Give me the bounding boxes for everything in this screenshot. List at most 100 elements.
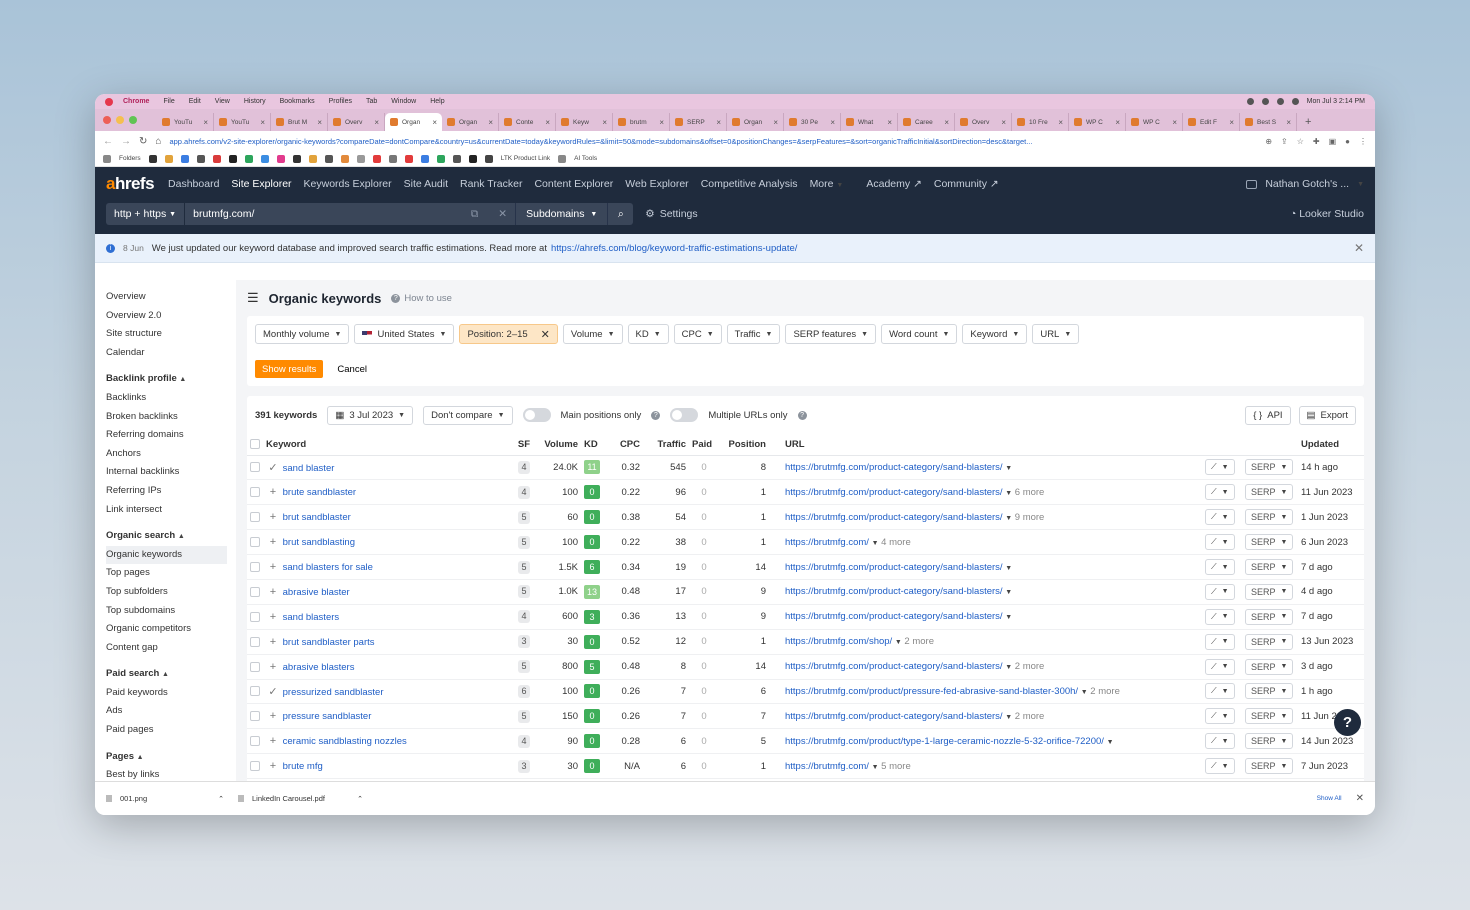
bookmark-ai-tools[interactable]: AI Tools [574, 155, 597, 162]
trend-button[interactable]: ⟋ ▼ [1205, 534, 1235, 551]
menu-file[interactable]: File [163, 98, 174, 105]
add-icon[interactable]: + [266, 536, 280, 548]
help-chat-button[interactable]: ? [1334, 709, 1361, 736]
sf-badge[interactable]: 5 [518, 709, 530, 723]
apple-icon[interactable] [105, 97, 113, 106]
bookmark-icon[interactable] [292, 154, 301, 163]
browser-tab[interactable]: Best S × [1240, 113, 1297, 131]
sidebar-item-top-subfolders[interactable]: Top subfolders [106, 583, 236, 602]
nav-more[interactable]: More ▼ [810, 178, 844, 190]
table-row[interactable]: + brut sandblaster 5 60 0 0.38 54 0 1 https://br… [247, 504, 1364, 531]
sf-badge[interactable]: 3 [518, 759, 530, 773]
row-select[interactable] [247, 504, 263, 531]
url-link[interactable]: https://brutmfg.com/product-category/san… [785, 562, 1003, 573]
url-filter[interactable]: URL ▼ [1032, 324, 1080, 344]
bookmark-icon[interactable] [484, 154, 493, 163]
close-tab-icon[interactable]: × [716, 118, 721, 127]
sidebar-item-organic-keywords[interactable]: Organic keywords [106, 545, 227, 565]
url-link[interactable]: https://brutmfg.com/product-category/san… [785, 462, 1003, 473]
bookmark-icon[interactable] [468, 154, 477, 163]
more-urls[interactable]: 4 more [881, 537, 911, 548]
keyword-filter[interactable]: Keyword ▼ [962, 324, 1028, 344]
sidebar-item-top-subdomains[interactable]: Top subdomains [106, 602, 236, 621]
trend-button[interactable]: ⟋ ▼ [1205, 583, 1235, 600]
show-results-button[interactable]: Show results [255, 360, 324, 378]
browser-tab[interactable]: Brut M × [271, 113, 328, 131]
close-icon[interactable]: ✕ [1354, 241, 1364, 255]
domain-input[interactable]: brutmfg.com/ ⧉ ✕ [185, 203, 516, 225]
bookmark-icon[interactable] [148, 154, 157, 163]
close-tab-icon[interactable]: × [1229, 118, 1234, 127]
kd-filter[interactable]: KD ▼ [627, 324, 669, 344]
keyword-link[interactable]: ceramic sandblasting nozzles [283, 736, 407, 747]
sidebar-item-site-structure[interactable]: Site structure [106, 325, 236, 344]
bookmark-icon[interactable] [436, 154, 445, 163]
url-link[interactable]: https://brutmfg.com/product/type-1-large… [785, 736, 1104, 747]
volume-mode-filter[interactable]: Monthly volume ▼ [255, 324, 350, 344]
forward-icon[interactable]: → [121, 136, 131, 147]
position-filter[interactable]: Position: 2–15 ✕ [459, 324, 558, 344]
nav-rank-tracker[interactable]: Rank Tracker [460, 178, 522, 190]
serp-button[interactable]: SERP ▼ [1245, 733, 1294, 750]
row-checkbox[interactable] [250, 761, 260, 772]
table-row[interactable]: + abrasive blasters 5 800 5 0.48 8 0 14 https://… [247, 654, 1364, 680]
trend-button[interactable]: ⟋ ▼ [1205, 559, 1235, 575]
row-checkbox[interactable] [250, 487, 260, 498]
sidebar-section-pages[interactable]: Pages ▲ [106, 748, 236, 767]
trend-button[interactable]: ⟋ ▼ [1205, 608, 1235, 625]
sidebar-item-top-pages[interactable]: Top pages [106, 564, 236, 583]
bookmark-icon[interactable] [164, 154, 173, 163]
bookmark-icon[interactable] [340, 154, 349, 163]
row-select[interactable] [247, 728, 263, 755]
header-updated[interactable]: Updated [1298, 434, 1364, 456]
header-select-all[interactable] [247, 434, 263, 456]
cpc-filter[interactable]: CPC ▼ [673, 324, 722, 344]
sf-badge[interactable]: 4 [518, 734, 530, 748]
row-select[interactable] [247, 554, 263, 580]
keyword-link[interactable]: brut sandblasting [283, 537, 355, 548]
add-icon[interactable]: + [266, 760, 280, 772]
menu-view[interactable]: View [215, 98, 230, 105]
row-select[interactable] [247, 579, 263, 605]
browser-tab[interactable]: WP C × [1069, 113, 1126, 131]
new-tab-button[interactable]: + [1297, 116, 1319, 131]
nav-dashboard[interactable]: Dashboard [168, 178, 219, 190]
nav-site-audit[interactable]: Site Audit [404, 178, 448, 190]
bookmark-folders[interactable]: Folders [119, 155, 141, 162]
header-kd[interactable]: KD [581, 434, 609, 456]
browser-tab[interactable]: Conte × [499, 113, 556, 131]
bookmark-star-icon[interactable]: ☆ [1297, 137, 1304, 146]
caret-down-icon[interactable]: ▼ [895, 639, 902, 646]
row-checkbox[interactable] [250, 586, 260, 597]
serp-button[interactable]: SERP ▼ [1245, 658, 1294, 675]
add-icon[interactable]: + [266, 511, 280, 523]
close-tab-icon[interactable]: × [602, 118, 607, 127]
table-row[interactable]: ✓ sand blaster 4 24.0K 11 0.32 545 0 8 https://b… [247, 455, 1364, 481]
url-link[interactable]: https://brutmfg.com/product-category/san… [785, 611, 1003, 622]
more-urls[interactable]: 2 more [1015, 661, 1045, 672]
sidebar-item-overview[interactable]: Overview [106, 288, 236, 307]
more-urls[interactable]: 2 more [1015, 711, 1045, 722]
sidebar-section-organic[interactable]: Organic search ▲ [106, 527, 236, 546]
browser-tab[interactable]: Organ × [442, 113, 499, 131]
header-cpc[interactable]: CPC [609, 434, 643, 456]
bookmark-icon[interactable] [244, 154, 253, 163]
sidebar-section-paid[interactable]: Paid search ▲ [106, 665, 236, 684]
row-select[interactable] [247, 455, 263, 481]
nav-keywords-explorer[interactable]: Keywords Explorer [304, 178, 392, 190]
trend-button[interactable]: ⟋ ▼ [1205, 708, 1235, 725]
sidebar-icon[interactable]: ▣ [1329, 137, 1337, 146]
close-tab-icon[interactable]: × [830, 118, 835, 127]
bookmark-icon[interactable] [372, 154, 381, 163]
table-row[interactable]: + brut sandblaster parts 3 30 0 0.52 12 0 1 http… [247, 629, 1364, 655]
header-volume[interactable]: Volume [533, 434, 581, 456]
add-icon[interactable]: + [266, 486, 280, 498]
bookmark-icon[interactable] [388, 154, 397, 163]
header-position[interactable]: Position [719, 434, 769, 456]
nav-site-explorer[interactable]: Site Explorer [231, 178, 291, 190]
minimize-window-icon[interactable] [116, 116, 124, 124]
url-field[interactable]: app.ahrefs.com/v2-site-explorer/organic-… [169, 137, 1257, 146]
sidebar-item-backlinks[interactable]: Backlinks [106, 389, 236, 408]
bookmark-icon[interactable] [276, 154, 285, 163]
caret-down-icon[interactable]: ▼ [872, 540, 879, 547]
